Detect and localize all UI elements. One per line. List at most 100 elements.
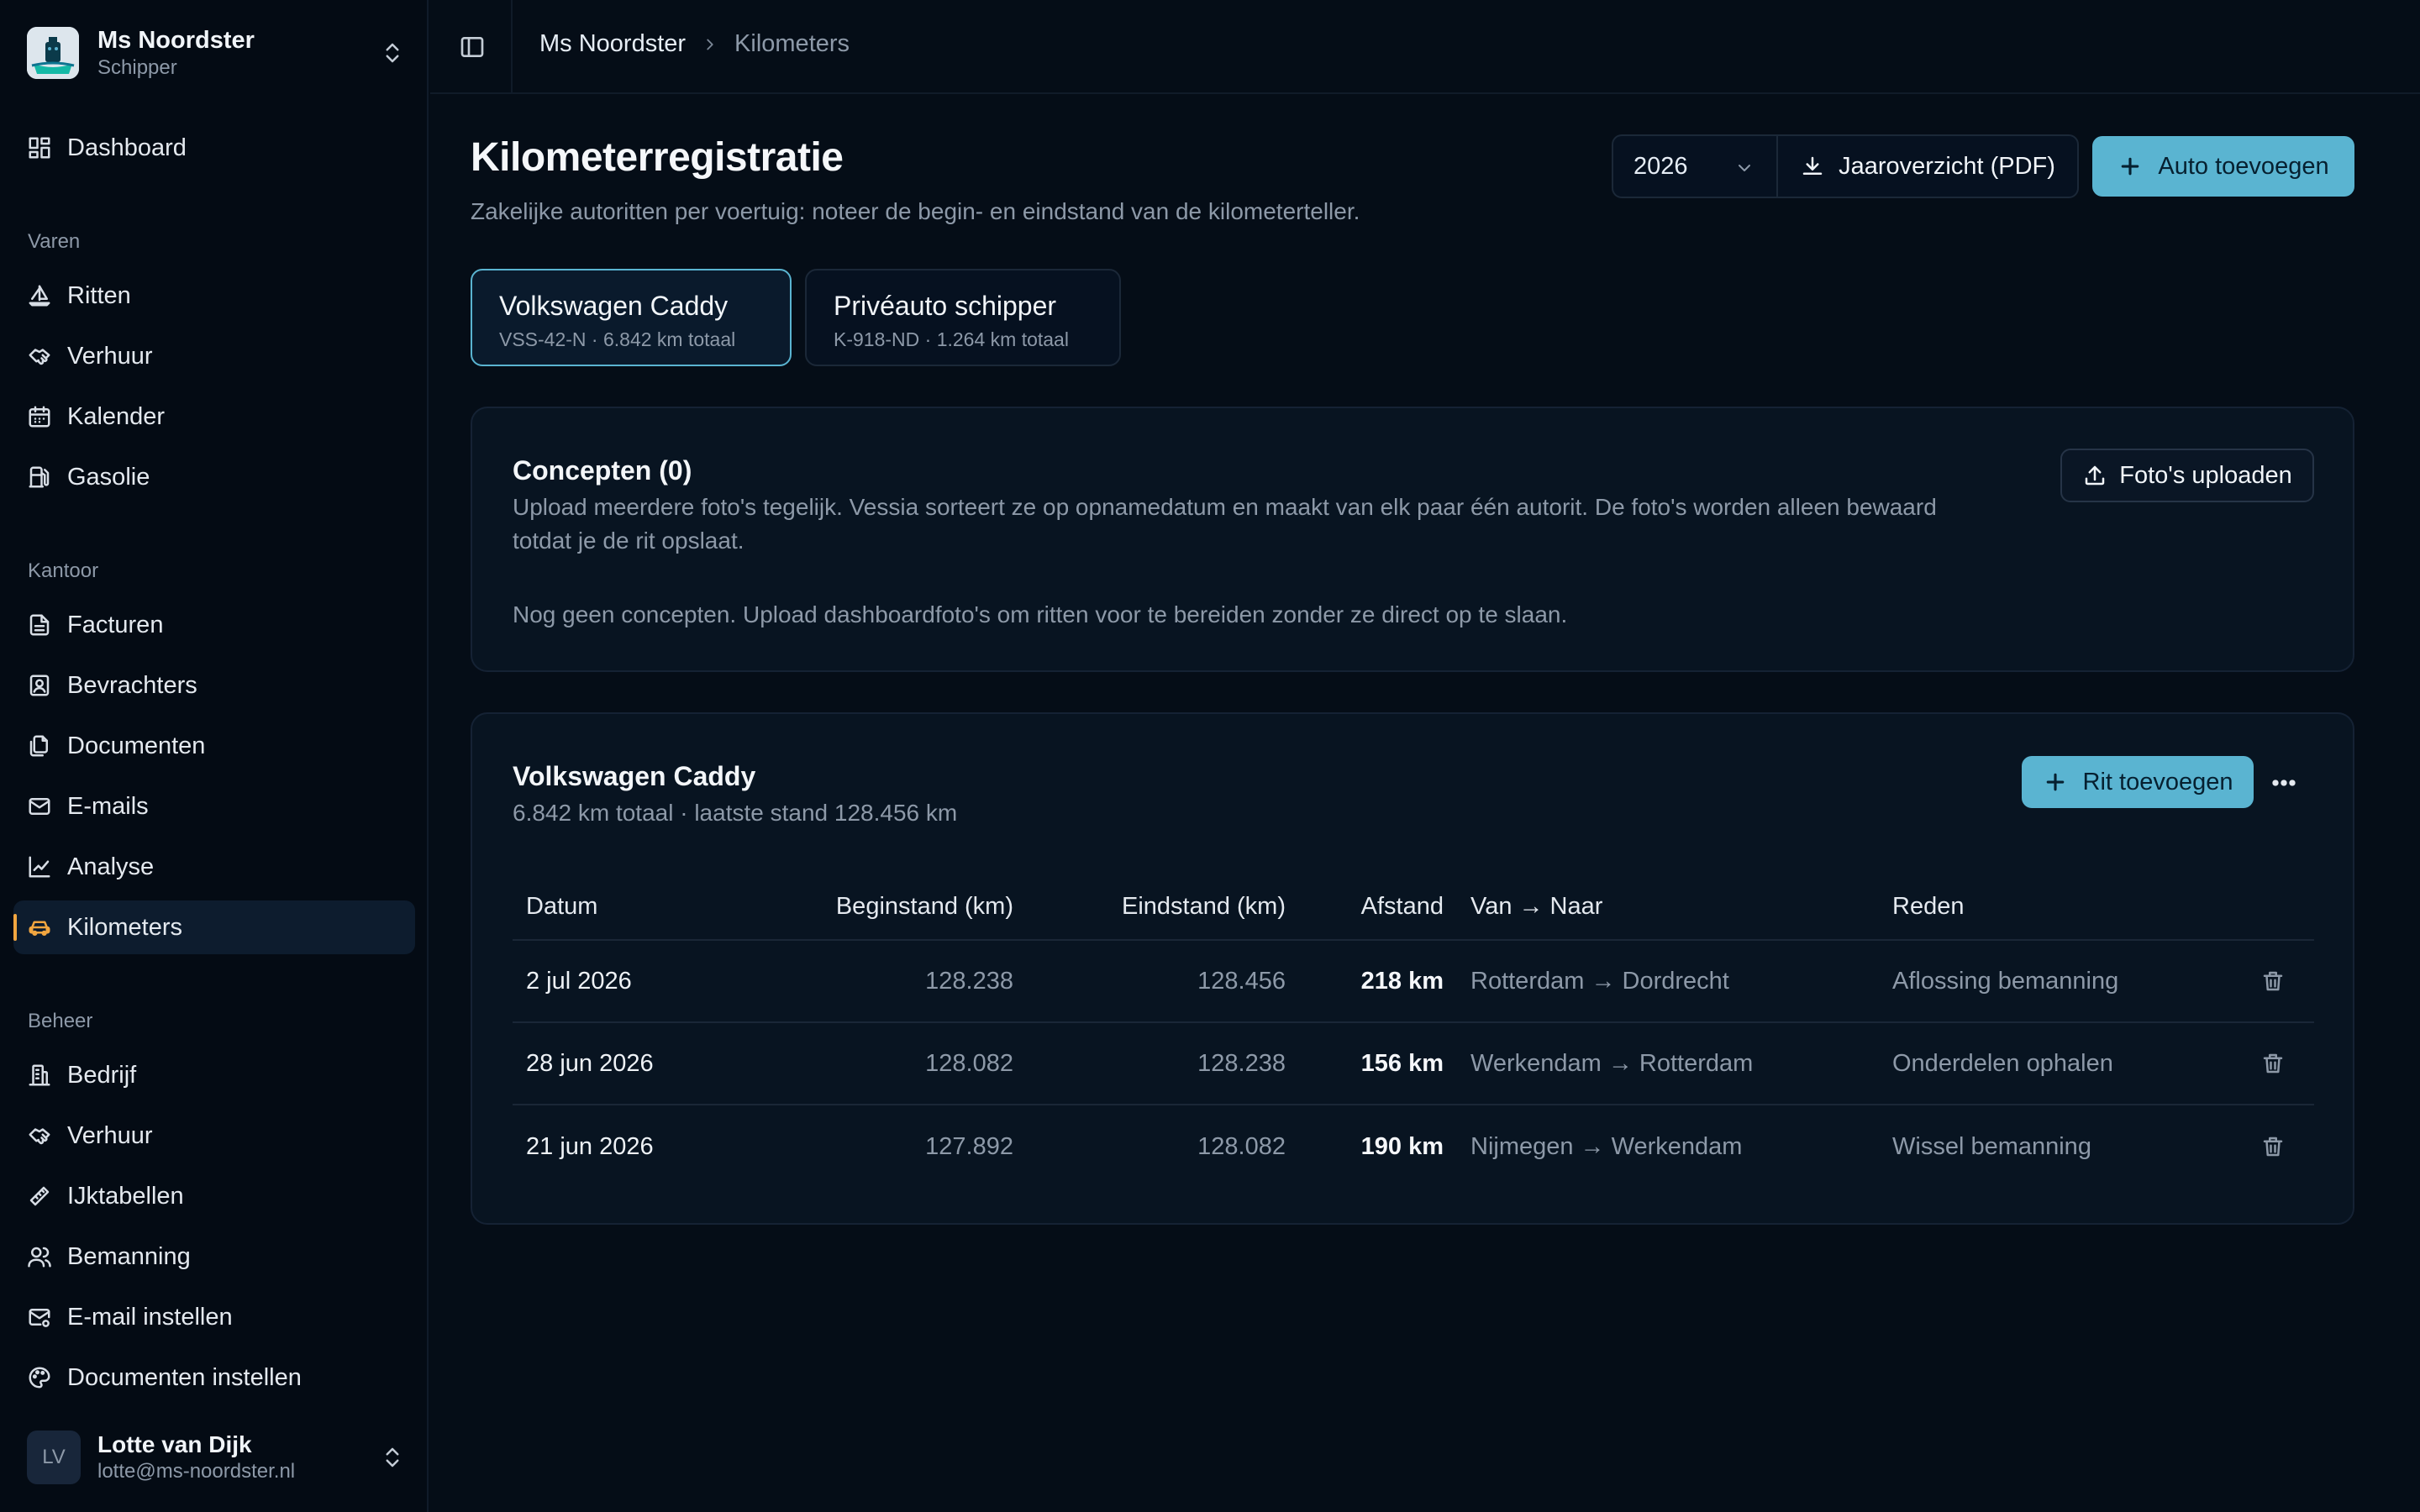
sidebar-item-label: Analyse bbox=[67, 853, 155, 880]
delete-trip-button[interactable] bbox=[2260, 1105, 2286, 1188]
sidebar-item-gasolie[interactable]: Gasolie bbox=[13, 450, 415, 504]
trip-end: 128.238 bbox=[1197, 1049, 1286, 1077]
users-icon bbox=[28, 1247, 51, 1268]
breadcrumb: Ms Noordster Kilometers bbox=[539, 30, 850, 58]
sidebar-item-verhuur[interactable]: Verhuur bbox=[13, 329, 415, 383]
delete-trip-button[interactable] bbox=[2260, 1023, 2286, 1104]
sidebar-item-bedrijf[interactable]: Bedrijf bbox=[13, 1048, 415, 1102]
sidebar-item-label: Documenten instellen bbox=[67, 1363, 302, 1391]
trips-vehicle-title: Volkswagen Caddy bbox=[513, 761, 756, 791]
concepts-empty-message: Nog geen concepten. Upload dashboardfoto… bbox=[513, 601, 1568, 627]
workspace-switcher[interactable]: Ms Noordster Schipper bbox=[27, 25, 405, 81]
ruler-icon bbox=[29, 1186, 50, 1206]
sidebar-item-kalender[interactable]: Kalender bbox=[13, 390, 415, 444]
column-route: Van → Naar bbox=[1470, 892, 1603, 920]
sidebar-item-label: Bevrachters bbox=[67, 671, 197, 699]
year-value: 2026 bbox=[1634, 152, 1688, 180]
sidebar-item-documenten[interactable]: Documenten bbox=[13, 719, 415, 773]
trip-begin: 127.892 bbox=[925, 1132, 1013, 1160]
trip-reason: Wissel bemanning bbox=[1892, 1132, 2091, 1160]
ship-logo-icon bbox=[27, 27, 79, 79]
vehicle-tab-priveauto-schipper[interactable]: Privéauto schipper K-918-ND · 1.264 km t… bbox=[805, 269, 1121, 366]
sidebar-item-dashboard[interactable]: Dashboard bbox=[13, 121, 415, 175]
sidebar-item-ritten[interactable]: Ritten bbox=[13, 269, 415, 323]
concepts-description-line-2: totdat je de rit opslaat. bbox=[513, 528, 744, 554]
chevron-right-icon bbox=[707, 39, 713, 50]
sidebar-item-bemanning[interactable]: Bemanning bbox=[13, 1230, 415, 1284]
table-header: Datum Beginstand (km) Eindstand (km) Afs… bbox=[513, 874, 2314, 941]
more-options-icon[interactable] bbox=[2267, 766, 2301, 800]
sidebar-item-label: Bedrijf bbox=[67, 1061, 137, 1089]
column-date: Datum bbox=[526, 892, 598, 920]
trip-date: 2 jul 2026 bbox=[526, 967, 632, 995]
workspace-role: Schipper bbox=[97, 56, 177, 79]
vehicle-tab-volkswagen-caddy[interactable]: Volkswagen Caddy VSS-42-N · 6.842 km tot… bbox=[471, 269, 792, 366]
topbar-divider bbox=[511, 0, 513, 94]
sidebar-item-label: Gasolie bbox=[67, 463, 150, 491]
trash-icon bbox=[2263, 971, 2283, 991]
chevrons-up-down-icon bbox=[386, 1447, 399, 1467]
workspace-name: Ms Noordster bbox=[97, 27, 255, 54]
concepts-title: Concepten (0) bbox=[513, 455, 692, 486]
trash-icon bbox=[2263, 1137, 2283, 1157]
table-row: 28 jun 2026 128.082 128.238 156 km Werke… bbox=[513, 1023, 2314, 1105]
sidebar-item-email-instellen[interactable]: E-mail instellen bbox=[13, 1290, 415, 1344]
page-subtitle: Zakelijke autoritten per voertuig: notee… bbox=[471, 198, 1360, 224]
trip-end: 128.456 bbox=[1197, 967, 1286, 995]
sidebar-item-ijktabellen[interactable]: IJktabellen bbox=[13, 1169, 415, 1223]
trip-distance: 156 km bbox=[1360, 1049, 1444, 1077]
handshake-icon bbox=[29, 349, 50, 365]
nav-section-kantoor: Kantoor bbox=[28, 559, 99, 582]
trip-distance: 218 km bbox=[1360, 967, 1444, 995]
trips-table: Datum Beginstand (km) Eindstand (km) Afs… bbox=[513, 874, 2314, 1188]
year-select[interactable]: 2026 bbox=[1612, 134, 1776, 198]
file-text-icon bbox=[29, 614, 50, 636]
calendar-icon bbox=[29, 406, 50, 428]
plus-icon bbox=[2046, 773, 2064, 791]
sidebar-item-analyse[interactable]: Analyse bbox=[13, 840, 415, 894]
car-icon bbox=[29, 921, 50, 936]
building-icon bbox=[29, 1064, 50, 1086]
sidebar-item-bevrachters[interactable]: Bevrachters bbox=[13, 659, 415, 712]
sidebar-item-documenten-instellen[interactable]: Documenten instellen bbox=[13, 1351, 415, 1404]
sidebar-item-verhuur-beheer[interactable]: Verhuur bbox=[13, 1109, 415, 1163]
trips-summary: 6.842 km totaal · laatste stand 128.456 … bbox=[513, 800, 958, 826]
add-car-button[interactable]: Auto toevoegen bbox=[2092, 136, 2354, 197]
handshake-icon bbox=[29, 1128, 50, 1145]
breadcrumb-current: Kilometers bbox=[734, 30, 850, 57]
user-menu[interactable]: LV Lotte van Dijk lotte@ms-noordster.nl bbox=[27, 1428, 405, 1487]
trip-date: 28 jun 2026 bbox=[526, 1049, 654, 1077]
trip-distance: 190 km bbox=[1360, 1132, 1444, 1160]
sidebar-item-kilometers[interactable]: Kilometers bbox=[13, 900, 415, 954]
sidebar-item-label: IJktabellen bbox=[67, 1182, 184, 1210]
vehicle-name: Volkswagen Caddy bbox=[499, 291, 729, 321]
upload-photos-button[interactable]: Foto's uploaden bbox=[2060, 449, 2314, 502]
delete-trip-button[interactable] bbox=[2260, 941, 2286, 1021]
breadcrumb-parent[interactable]: Ms Noordster bbox=[539, 30, 686, 58]
sidebar-item-emails[interactable]: E-mails bbox=[13, 780, 415, 833]
mail-settings-icon bbox=[29, 1309, 50, 1327]
fuel-icon bbox=[29, 466, 50, 488]
vehicle-name: Privéauto schipper bbox=[834, 291, 1057, 321]
trip-begin: 128.238 bbox=[925, 967, 1013, 995]
mail-icon bbox=[29, 798, 50, 815]
contact-icon bbox=[29, 675, 50, 696]
add-trip-button[interactable]: Rit toevoegen bbox=[2022, 756, 2254, 808]
trips-card: Volkswagen Caddy 6.842 km totaal · laats… bbox=[471, 712, 2354, 1225]
line-chart-icon bbox=[29, 856, 50, 878]
column-reason: Reden bbox=[1892, 892, 1965, 920]
sidebar-item-label: Ritten bbox=[67, 281, 131, 309]
sidebar-item-label: Verhuur bbox=[67, 342, 153, 370]
topbar: Ms Noordster Kilometers bbox=[430, 0, 2420, 94]
sidebar-item-facturen[interactable]: Facturen bbox=[13, 598, 415, 652]
column-end: Eindstand (km) bbox=[1121, 892, 1286, 920]
vehicle-meta: VSS-42-N · 6.842 km totaal bbox=[499, 328, 736, 350]
user-email: lotte@ms-noordster.nl bbox=[97, 1460, 296, 1483]
add-car-label: Auto toevoegen bbox=[2158, 152, 2329, 180]
sidebar-item-label: E-mail instellen bbox=[67, 1303, 233, 1331]
year-overview-pdf-button[interactable]: Jaaroverzicht (PDF) bbox=[1776, 134, 2079, 198]
sidebar-item-label: E-mails bbox=[67, 792, 149, 820]
trip-reason: Aflossing bemanning bbox=[1892, 967, 2119, 995]
sidebar-toggle-icon[interactable] bbox=[459, 34, 486, 60]
chevron-down-icon bbox=[1739, 165, 1750, 171]
